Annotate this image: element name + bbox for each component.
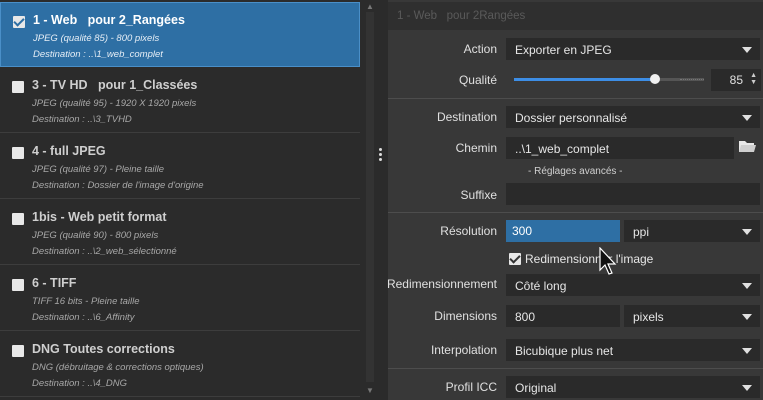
- scroll-up-icon[interactable]: ▲: [366, 2, 374, 11]
- preset-item[interactable]: 4 - full JPEG JPEG (qualité 97) - Pleine…: [0, 134, 360, 199]
- dimensions-value: 800: [515, 310, 536, 324]
- quality-slider-thumb[interactable]: [650, 74, 660, 84]
- divider: [388, 368, 763, 369]
- quality-label: Qualité: [458, 73, 497, 87]
- preset-format: JPEG (qualité 95) - 1920 X 1920 pixels: [32, 98, 197, 109]
- folder-icon[interactable]: [738, 139, 756, 153]
- advanced-settings-link[interactable]: - Réglages avancés -: [528, 166, 623, 177]
- resolution-unit-select[interactable]: ppi: [624, 220, 760, 242]
- suffix-label: Suffixe: [460, 188, 497, 202]
- action-label: Action: [463, 42, 497, 56]
- preset-destination: Destination : Dossier de l'image d'origi…: [32, 180, 204, 191]
- dimensions-input[interactable]: 800: [506, 305, 620, 327]
- dimensions-unit-value: pixels: [633, 310, 664, 324]
- action-value: Exporter en JPEG: [515, 43, 612, 57]
- preset-format: JPEG (qualité 97) - Pleine taille: [32, 164, 165, 175]
- chevron-down-icon: [742, 385, 752, 391]
- resize-checkbox[interactable]: [509, 253, 521, 265]
- presets-panel: 1 - Web pour 2_Rangées JPEG (qualité 85)…: [0, 0, 362, 400]
- preset-format: JPEG (qualité 90) - 800 pixels: [32, 230, 159, 241]
- destination-select[interactable]: Dossier personnalisé: [506, 106, 760, 128]
- resize-value: Côté long: [515, 279, 567, 293]
- preset-item[interactable]: DNG Toutes corrections DNG (débruitage &…: [0, 332, 360, 397]
- preset-checkbox[interactable]: [12, 345, 24, 357]
- drag-handle-icon[interactable]: [379, 148, 383, 163]
- icc-label: Profil ICC: [445, 380, 497, 394]
- chevron-down-icon: [742, 115, 752, 121]
- quality-value: 85: [729, 73, 743, 87]
- dimensions-unit-select[interactable]: pixels: [624, 305, 760, 327]
- resize-select[interactable]: Côté long: [506, 274, 760, 296]
- icc-value: Original: [515, 381, 557, 395]
- preset-checkbox[interactable]: [12, 213, 24, 225]
- destination-label: Destination: [436, 110, 497, 124]
- resize-label: Redimensionnement: [386, 277, 497, 291]
- preset-destination: Destination : ..\4_DNG: [32, 378, 128, 389]
- resize-checkbox-label[interactable]: Redimensionner l'image: [525, 252, 653, 266]
- quality-stepper[interactable]: 85 ▲ ▼: [711, 69, 761, 91]
- spinner-arrows-icon[interactable]: ▲ ▼: [750, 72, 757, 86]
- path-input[interactable]: ..\1_web_complet: [506, 137, 734, 159]
- preset-item[interactable]: 3 - TV HD pour 1_Classées JPEG (qualité …: [0, 68, 360, 133]
- settings-header-title: 1 - Web pour 2Rangées: [397, 10, 526, 22]
- preset-destination: Destination : ..\1_web_complet: [33, 49, 163, 60]
- presets-scrollbar[interactable]: ▲ ▼: [363, 0, 377, 400]
- resolution-value: 300: [512, 224, 533, 238]
- settings-header: 1 - Web pour 2Rangées: [388, 2, 763, 30]
- preset-item[interactable]: 1bis - Web petit format JPEG (qualité 90…: [0, 200, 360, 265]
- chevron-down-icon: [742, 229, 752, 235]
- preset-checkbox[interactable]: [12, 147, 24, 159]
- action-select[interactable]: Exporter en JPEG: [506, 38, 760, 60]
- preset-item[interactable]: 6 - TIFF TIFF 16 bits - Pleine taille De…: [0, 266, 360, 331]
- mouse-cursor-icon: [599, 247, 617, 275]
- preset-title: 6 - TIFF: [32, 276, 77, 290]
- destination-value: Dossier personnalisé: [515, 111, 628, 125]
- preset-destination: Destination : ..\6_Affinity: [32, 312, 135, 323]
- preset-destination: Destination : ..\3_TVHD: [32, 114, 132, 125]
- chevron-down-icon: [742, 348, 752, 354]
- divider: [388, 98, 763, 99]
- preset-format: DNG (débruitage & corrections optiques): [32, 362, 204, 373]
- quality-slider-fill: [514, 78, 655, 81]
- chevron-down-icon: [742, 314, 752, 320]
- preset-checkbox[interactable]: [12, 81, 24, 93]
- preset-title: DNG Toutes corrections: [32, 342, 175, 356]
- preset-checkbox[interactable]: [12, 279, 24, 291]
- scrollbar-track[interactable]: [366, 12, 374, 382]
- dimensions-label: Dimensions: [434, 309, 497, 323]
- interpolation-value: Bicubique plus net: [515, 344, 614, 358]
- settings-panel: 1 - Web pour 2Rangées Action Exporter en…: [386, 0, 763, 400]
- preset-format: JPEG (qualité 85) - 800 pixels: [33, 33, 160, 44]
- resolution-unit-value: ppi: [633, 225, 650, 239]
- chevron-down-icon: [742, 47, 752, 53]
- preset-title: 4 - full JPEG: [32, 144, 106, 158]
- suffix-input[interactable]: [506, 183, 760, 205]
- path-value: ..\1_web_complet: [515, 142, 610, 156]
- panel-splitter[interactable]: [377, 0, 387, 400]
- preset-destination: Destination : ..\2_web_sélectionné: [32, 246, 177, 257]
- icc-select[interactable]: Original: [506, 376, 760, 398]
- resolution-input[interactable]: 300: [506, 220, 620, 242]
- preset-item[interactable]: 1 - Web pour 2_Rangées JPEG (qualité 85)…: [0, 2, 360, 67]
- quality-slider[interactable]: [514, 74, 704, 84]
- preset-title: 3 - TV HD pour 1_Classées: [32, 78, 198, 92]
- slider-extension: [680, 79, 704, 80]
- preset-title: 1bis - Web petit format: [32, 210, 167, 224]
- chevron-down-icon: [742, 283, 752, 289]
- preset-format: TIFF 16 bits - Pleine taille: [32, 296, 140, 307]
- divider: [388, 212, 763, 213]
- scroll-down-icon[interactable]: ▼: [366, 386, 374, 395]
- resolution-label: Résolution: [440, 224, 497, 238]
- preset-title: 1 - Web pour 2_Rangées: [33, 13, 185, 27]
- interpolation-label: Interpolation: [430, 343, 497, 357]
- preset-checkbox[interactable]: [13, 16, 25, 28]
- path-label: Chemin: [455, 141, 497, 155]
- interpolation-select[interactable]: Bicubique plus net: [506, 339, 760, 361]
